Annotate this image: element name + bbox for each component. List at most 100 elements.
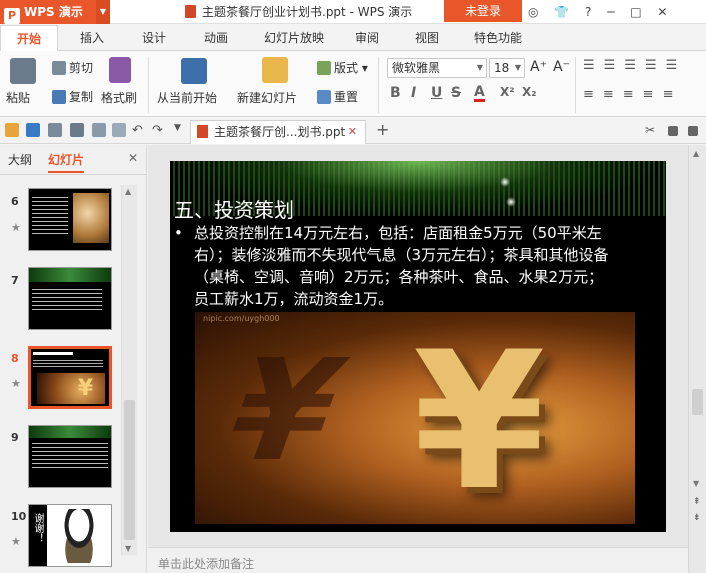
slide-thumbnail-9[interactable] [28, 425, 112, 488]
slide-title[interactable]: 五、投资策划 [174, 194, 294, 223]
zoom-icon[interactable] [112, 123, 126, 137]
new-tab-button[interactable]: + [376, 120, 389, 139]
brush-icon[interactable] [109, 57, 131, 83]
scissors-icon [52, 61, 66, 75]
play-icon[interactable] [181, 58, 207, 84]
tool-icon[interactable]: ✂ [645, 123, 659, 137]
slide-thumbnail-6[interactable] [28, 188, 112, 251]
bold-button[interactable]: B [390, 85, 401, 101]
panel-scroll-thumb[interactable] [124, 400, 135, 540]
tab-slideshow[interactable]: 幻灯片放映 [254, 25, 334, 51]
tab-special[interactable]: 特色功能 [462, 25, 534, 51]
slide-number: 9 [11, 431, 19, 444]
tab-view[interactable]: 视图 [402, 25, 452, 51]
panel-tabs: 大纲 幻灯片 ✕ [0, 145, 146, 175]
slide-number: 6 [11, 195, 19, 208]
save-icon[interactable] [26, 123, 40, 137]
panel-scrollbar[interactable]: ▲ ▼ [121, 185, 137, 555]
bullet: • [174, 224, 183, 242]
slide-thumbnail-8[interactable]: ¥ [28, 346, 112, 409]
open-folder-icon[interactable] [5, 123, 19, 137]
paste-icon[interactable] [10, 58, 36, 84]
reset-button[interactable]: 重置 [317, 88, 358, 105]
ribbon: 粘贴 剪切 复制 格式刷 从当前开始 新建幻灯片 版式 ▾ 重置 微软雅黑 ▼ 1… [0, 51, 706, 117]
tab-design[interactable]: 设计 [128, 25, 180, 51]
font-name-select[interactable]: 微软雅黑 ▼ [387, 58, 487, 78]
strikethrough-button[interactable]: S [451, 85, 461, 101]
layout-button[interactable]: 版式 ▾ [317, 59, 368, 76]
login-button[interactable]: 未登录 [444, 0, 522, 22]
redo-icon[interactable]: ↷ [152, 123, 166, 138]
layout-icon [317, 61, 331, 75]
align-buttons-icon[interactable]: ≡≡≡≡≡ [583, 87, 682, 102]
copy-button[interactable]: 复制 [52, 88, 93, 105]
slide-number: 10 [11, 510, 27, 523]
star-icon: ★ [11, 377, 21, 390]
qat-dropdown-icon[interactable]: ▼ [174, 123, 188, 137]
tab-animation[interactable]: 动画 [190, 25, 242, 51]
slide-body[interactable]: • 总投资控制在14万元左右，包括：店面租金5万元（50平米左右）；装修淡雅而不… [174, 222, 614, 310]
star-icon: ★ [11, 221, 21, 234]
cut-button[interactable]: 剪切 [52, 59, 93, 76]
tab-home[interactable]: 开始 [0, 25, 58, 52]
copy-icon [52, 90, 66, 104]
format-painter-button[interactable]: 格式刷 [101, 89, 137, 106]
panda-image [55, 509, 103, 563]
notes-pane[interactable]: 单击此处添加备注 [148, 547, 688, 573]
from-current-button[interactable]: 从当前开始 [157, 89, 217, 106]
slide-editor: 五、投资策划 • 总投资控制在14万元左右，包括：店面租金5万元（50平米左右）… [148, 145, 688, 547]
tab-slides[interactable]: 幻灯片 [48, 151, 85, 173]
ppt-file-icon [185, 5, 196, 18]
font-color-button[interactable]: A [474, 85, 485, 102]
sparkle [500, 177, 510, 187]
preview-icon[interactable] [92, 123, 106, 137]
divider [575, 57, 576, 113]
quick-access-toolbar: ↶ ↷ ▼ 主题茶餐厅创...划书.ppt ✕ + ✂ [0, 118, 706, 144]
editor-scroll-thumb[interactable] [692, 389, 703, 415]
slide-number: 7 [11, 274, 19, 287]
grow-font-button[interactable]: A⁺ [530, 59, 547, 75]
export-icon[interactable] [48, 123, 62, 137]
underline-button[interactable]: U [431, 85, 442, 101]
window-title: 主题茶餐厅创业计划书.ppt - WPS 演示 [185, 0, 412, 24]
close-panel-icon[interactable]: ✕ [128, 151, 138, 165]
subscript-button[interactable]: X₂ [522, 85, 537, 99]
slide-thumbnail-7[interactable] [28, 267, 112, 330]
prev-slide-icon[interactable]: ⇞ [693, 497, 701, 507]
yuan-symbol-image[interactable]: ¥ ¥ nipic.com/uygh000 [195, 312, 635, 524]
undo-icon[interactable]: ↶ [132, 123, 146, 138]
shrink-font-button[interactable]: A⁻ [553, 59, 570, 75]
screen-icon[interactable] [688, 126, 698, 136]
new-slide-icon[interactable] [262, 57, 288, 83]
yuan-symbol: ¥ [413, 312, 546, 524]
document-tab[interactable]: 主题茶餐厅创...划书.ppt ✕ [190, 120, 366, 144]
font-size-select[interactable]: 18 ▼ [489, 58, 525, 78]
slide-canvas[interactable]: 五、投资策划 • 总投资控制在14万元左右，包括：店面租金5万元（50平米左右）… [170, 161, 666, 532]
sparkle [506, 197, 516, 207]
tab-insert[interactable]: 插入 [66, 25, 118, 51]
watermark-text: nipic.com/uygh000 [203, 314, 280, 323]
print-icon[interactable] [70, 123, 84, 137]
ppt-file-icon [197, 125, 208, 138]
next-slide-icon[interactable]: ⇟ [693, 513, 701, 523]
close-tab-icon[interactable]: ✕ [348, 121, 357, 143]
paste-button[interactable]: 粘贴 [6, 89, 30, 106]
editor-scrollbar[interactable]: ▲ ▼ ⇞ ⇟ [688, 145, 706, 573]
tab-outline[interactable]: 大纲 [8, 151, 32, 168]
menu-bar: 开始 插入 设计 动画 幻灯片放映 审阅 视图 特色功能 [0, 25, 706, 52]
wps-dropdown-button[interactable]: ▼ [96, 0, 110, 24]
list-buttons-icon[interactable]: ☰☰☰☰☰ [583, 58, 686, 73]
clock-icon[interactable] [668, 126, 678, 136]
star-icon: ★ [11, 535, 21, 548]
italic-button[interactable]: I [411, 85, 416, 101]
window-controls[interactable]: ◎ 👕 ? ─ □ ✕ [528, 0, 673, 24]
tab-review[interactable]: 审阅 [342, 25, 392, 51]
title-bar: P WPS 演示 ▼ 主题茶餐厅创业计划书.ppt - WPS 演示 未登录 ◎ … [0, 0, 706, 24]
wps-menu-button[interactable]: P WPS 演示 [0, 0, 96, 24]
new-slide-button[interactable]: 新建幻灯片 [237, 89, 297, 106]
superscript-button[interactable]: X² [500, 85, 515, 99]
divider [378, 57, 379, 113]
divider [148, 57, 149, 113]
slide-number: 8 [11, 352, 19, 365]
slide-thumbnail-10[interactable]: 谢谢！ [28, 504, 112, 567]
